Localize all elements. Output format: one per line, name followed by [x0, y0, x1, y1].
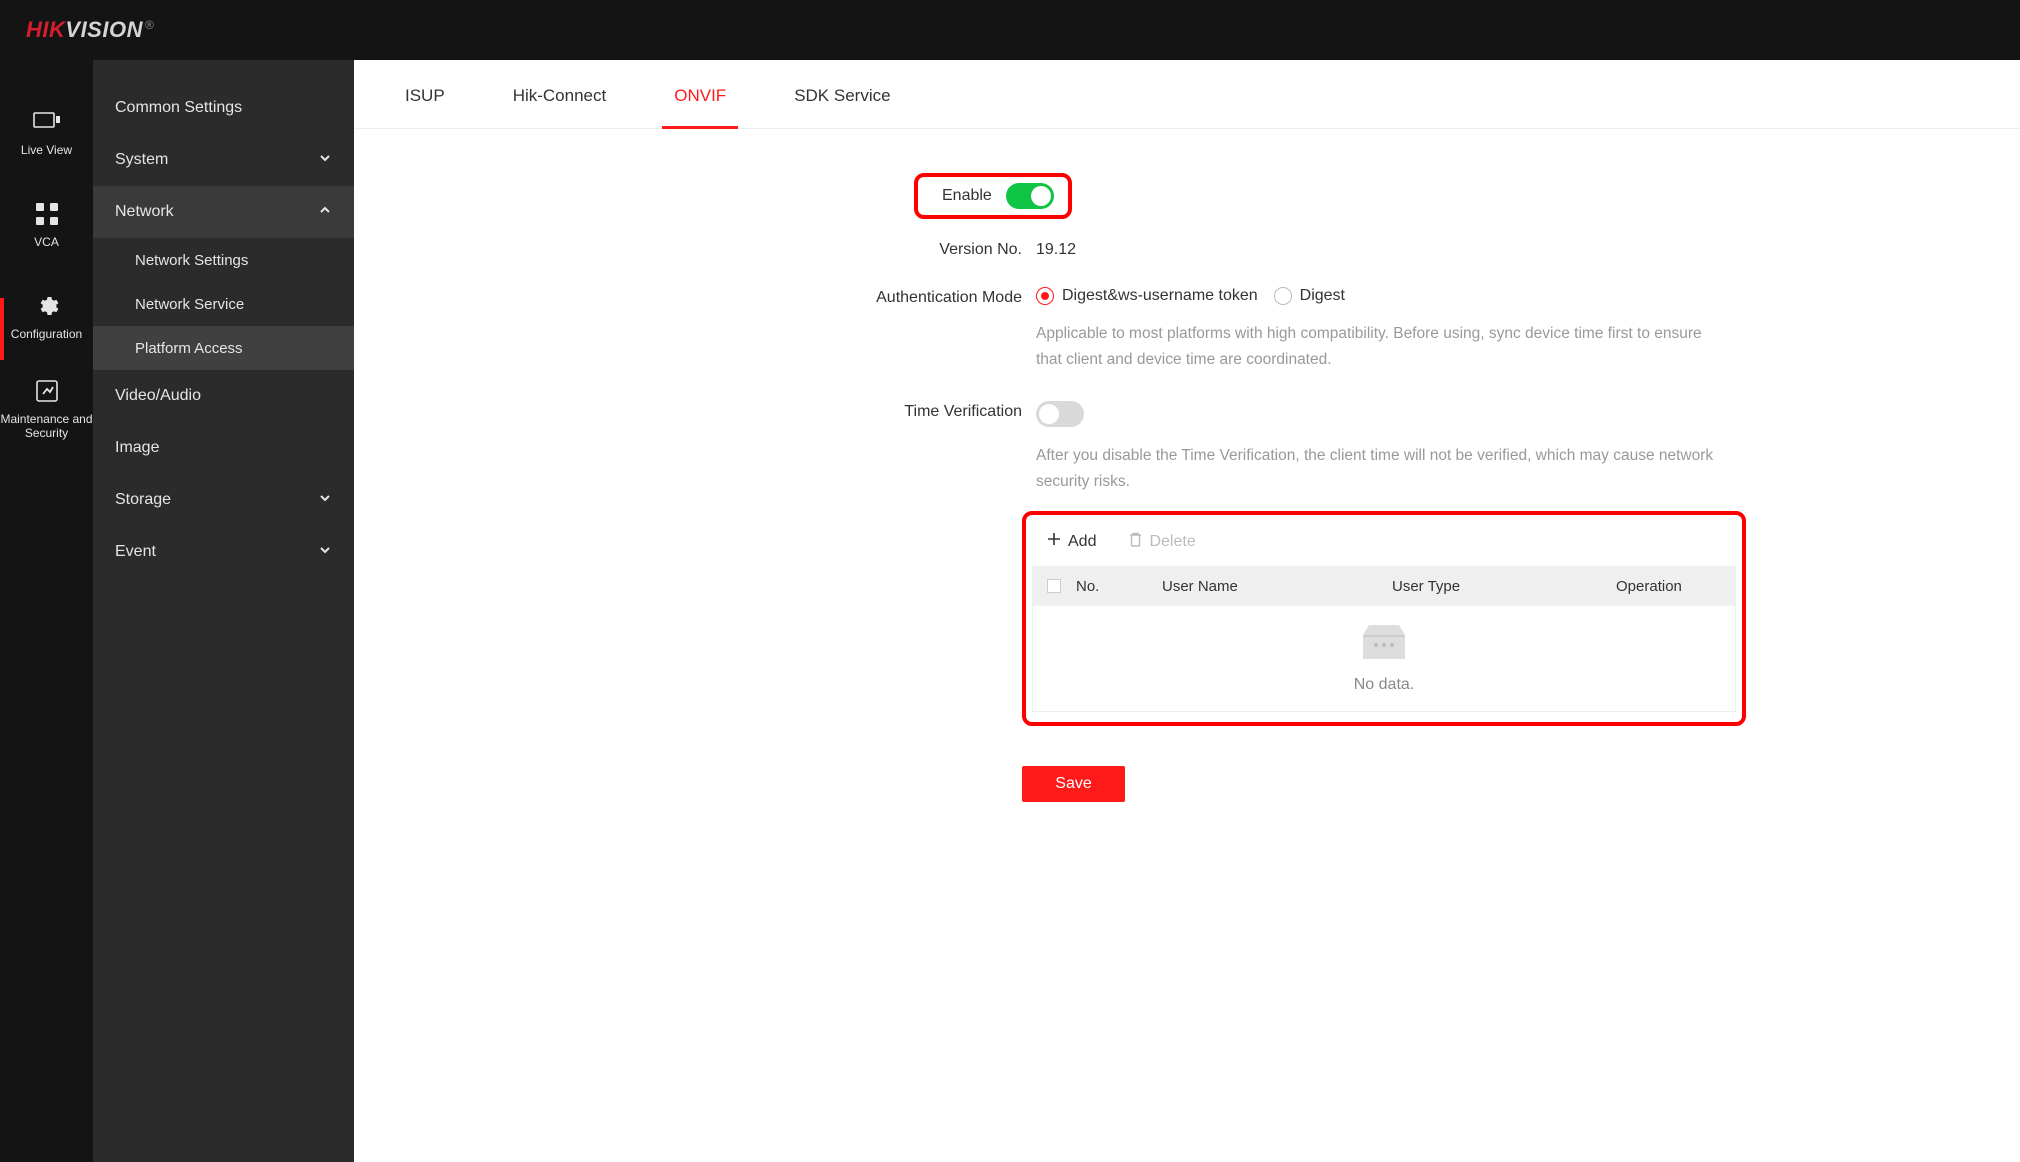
sidebar-label: Image: [115, 439, 159, 457]
col-username: User Name: [1162, 578, 1392, 595]
save-button[interactable]: Save: [1022, 766, 1125, 802]
nav-configuration[interactable]: Configuration: [0, 270, 93, 362]
add-label: Add: [1068, 533, 1096, 551]
nav-vca-label: VCA: [34, 235, 59, 249]
sidebar-item-common-settings[interactable]: Common Settings: [93, 82, 354, 134]
chevron-up-icon: [318, 203, 332, 222]
sidebar-label: System: [115, 151, 168, 169]
secondary-nav: Common Settings System Network Network S…: [93, 60, 354, 1162]
sidebar-label: Common Settings: [115, 99, 242, 117]
tab-sdk-service[interactable]: SDK Service: [788, 72, 896, 128]
maintenance-icon: [36, 376, 58, 406]
radio-circle-icon: [1036, 287, 1054, 305]
delete-user-button[interactable]: Delete: [1128, 531, 1195, 552]
auth-radio-1-label: Digest&ws-username token: [1062, 287, 1258, 305]
live-view-icon: [33, 107, 61, 137]
vca-icon: [36, 199, 58, 229]
sidebar-item-system[interactable]: System: [93, 134, 354, 186]
time-verify-hint: After you disable the Time Verification,…: [1036, 443, 1730, 495]
logo-registered: ®: [145, 18, 154, 32]
tab-hik-connect[interactable]: Hik-Connect: [507, 72, 613, 128]
chevron-down-icon: [318, 151, 332, 170]
enable-toggle[interactable]: [1006, 183, 1054, 209]
empty-box-icon: [1359, 623, 1409, 666]
time-verify-toggle[interactable]: [1036, 401, 1084, 427]
user-table-header: No. User Name User Type Operation: [1032, 566, 1736, 606]
sidebar-sub-network-settings[interactable]: Network Settings: [93, 238, 354, 282]
plus-icon: [1046, 531, 1062, 552]
version-label: Version No.: [382, 235, 1036, 259]
empty-text: No data.: [1354, 676, 1414, 694]
user-table-highlight: Add Delete No. User Name User Type Ope: [1022, 511, 1746, 726]
sidebar-sub-label: Network Service: [135, 296, 244, 313]
auth-hint: Applicable to most platforms with high c…: [1036, 321, 1730, 373]
radio-circle-icon: [1274, 287, 1292, 305]
sidebar-label: Video/Audio: [115, 387, 201, 405]
logo-part-2: VISION: [65, 17, 143, 43]
chevron-down-icon: [318, 543, 332, 562]
nav-live-view-label: Live View: [21, 143, 72, 157]
tab-onvif[interactable]: ONVIF: [668, 72, 732, 128]
sidebar-label: Storage: [115, 491, 171, 509]
sidebar-sub-label: Platform Access: [135, 340, 243, 357]
sidebar-item-storage[interactable]: Storage: [93, 474, 354, 526]
col-usertype: User Type: [1392, 578, 1616, 595]
logo-part-1: HIK: [26, 17, 65, 43]
content-area: ISUP Hik-Connect ONVIF SDK Service Enabl…: [354, 60, 2020, 1162]
chevron-down-icon: [318, 491, 332, 510]
sidebar-item-event[interactable]: Event: [93, 526, 354, 578]
brand-logo: HIK VISION ®: [26, 17, 154, 43]
primary-nav: Live View VCA Configuration: [0, 60, 93, 1162]
tab-bar: ISUP Hik-Connect ONVIF SDK Service: [354, 60, 2020, 129]
auth-mode-label: Authentication Mode: [382, 283, 1036, 307]
trash-icon: [1128, 531, 1143, 552]
nav-maintenance-label: Maintenance and Security: [0, 412, 93, 440]
auth-radio-2-label: Digest: [1300, 287, 1345, 305]
nav-vca[interactable]: VCA: [0, 178, 93, 270]
auth-radio-digest-wsusername[interactable]: Digest&ws-username token: [1036, 287, 1258, 305]
enable-label: Enable: [942, 187, 992, 205]
delete-label: Delete: [1149, 533, 1195, 551]
time-verify-label: Time Verification: [382, 397, 1036, 421]
sidebar-sub-label: Network Settings: [135, 252, 248, 269]
table-empty-state: No data.: [1032, 606, 1736, 712]
nav-maintenance[interactable]: Maintenance and Security: [0, 362, 93, 454]
sidebar-label: Event: [115, 543, 156, 561]
sidebar-label: Network: [115, 203, 174, 221]
auth-radio-digest[interactable]: Digest: [1274, 287, 1345, 305]
col-operation: Operation: [1616, 578, 1736, 595]
tab-isup[interactable]: ISUP: [399, 72, 451, 128]
sidebar-sub-platform-access[interactable]: Platform Access: [93, 326, 354, 370]
gear-icon: [35, 291, 59, 321]
select-all-checkbox[interactable]: [1047, 579, 1061, 593]
enable-highlight: Enable: [914, 173, 1072, 219]
nav-configuration-label: Configuration: [11, 327, 82, 341]
sidebar-item-image[interactable]: Image: [93, 422, 354, 474]
sidebar-sub-network-service[interactable]: Network Service: [93, 282, 354, 326]
col-no: No.: [1076, 578, 1162, 595]
sidebar-item-network[interactable]: Network: [93, 186, 354, 238]
add-user-button[interactable]: Add: [1046, 531, 1096, 552]
sidebar-item-video-audio[interactable]: Video/Audio: [93, 370, 354, 422]
app-header: HIK VISION ®: [0, 0, 2020, 60]
version-value: 19.12: [1036, 239, 1992, 259]
nav-live-view[interactable]: Live View: [0, 86, 93, 178]
